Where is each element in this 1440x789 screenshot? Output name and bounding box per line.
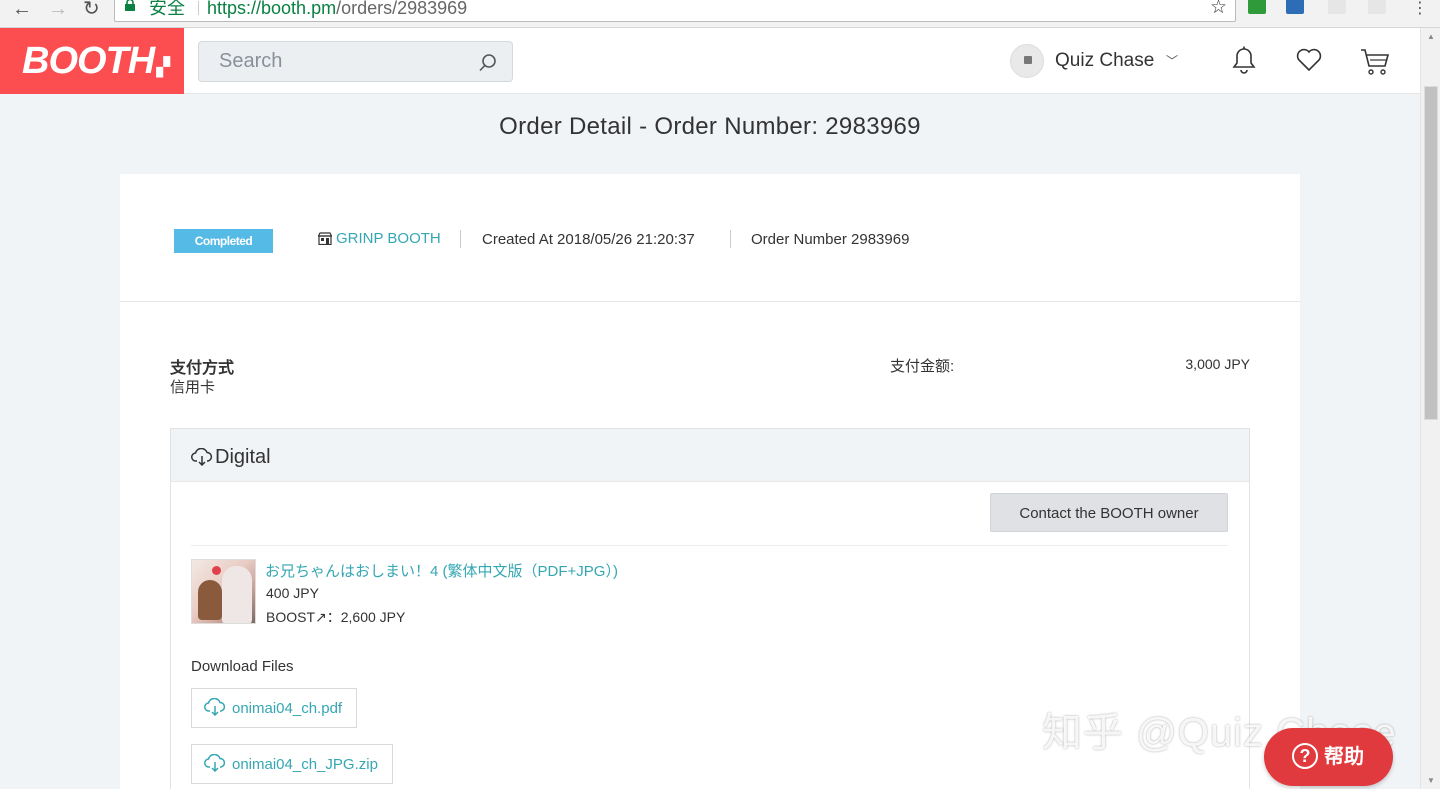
thumbnail-badge <box>212 566 221 575</box>
url-text: https://booth.pm/orders/2983969 <box>207 0 467 21</box>
username[interactable]: Quiz Chase <box>1055 50 1154 72</box>
scroll-down-icon[interactable]: ▼ <box>1427 776 1435 785</box>
browser-toolbar: ← → ↻ 安全 https://booth.pm/orders/2983969… <box>0 0 1440 28</box>
heart-icon[interactable] <box>1296 48 1322 72</box>
order-card: Completed GRINP BOOTH Created At 2018/05… <box>120 174 1300 789</box>
extension-grey-icon-2[interactable] <box>1368 0 1386 14</box>
shop-link[interactable]: GRINP BOOTH <box>318 230 441 247</box>
product-thumbnail[interactable] <box>191 559 256 624</box>
meta-separator <box>730 230 731 248</box>
cat-logo-icon: ▞ <box>156 57 170 77</box>
payment-method-label: 支付方式 <box>170 360 235 377</box>
order-meta: Completed GRINP BOOTH Created At 2018/05… <box>120 174 1300 302</box>
question-icon: ? <box>1292 743 1318 769</box>
avatar[interactable] <box>1010 44 1044 78</box>
created-at: Created At 2018/05/26 21:20:37 <box>482 231 695 248</box>
digital-heading: Digital <box>171 429 1249 482</box>
page-title: Order Detail - Order Number: 2983969 <box>499 113 921 140</box>
address-bar[interactable]: 安全 https://booth.pm/orders/2983969 ☆ <box>114 0 1236 22</box>
cloud-download-icon <box>204 753 226 773</box>
shop-name[interactable]: GRINP BOOTH <box>336 230 441 247</box>
help-label[interactable]: 帮助 <box>1324 746 1364 768</box>
lock-icon <box>125 0 135 11</box>
extension-blue-icon[interactable] <box>1286 0 1304 14</box>
payment-amount-label: 支付金额: <box>890 358 955 375</box>
booth-logo[interactable]: BOOTH ▞ <box>0 28 184 94</box>
reload-icon[interactable]: ↻ <box>83 0 100 19</box>
search-input[interactable]: Search <box>198 41 513 82</box>
help-button[interactable]: ? 帮助 <box>1264 728 1393 786</box>
browser-menu-icon[interactable]: ⋮ <box>1412 0 1428 18</box>
scrollbar-thumb[interactable] <box>1424 86 1438 420</box>
cloud-download-icon <box>204 697 226 717</box>
order-number: Order Number 2983969 <box>751 231 910 248</box>
cloud-download-icon <box>191 447 213 467</box>
download-file-name[interactable]: onimai04_ch.pdf <box>232 700 342 717</box>
back-icon[interactable]: ← <box>12 0 32 19</box>
digital-heading-text: Digital <box>215 446 271 468</box>
download-files-title: Download Files <box>191 658 294 675</box>
forward-icon[interactable]: → <box>48 0 68 19</box>
scroll-up-icon[interactable]: ▲ <box>1427 32 1435 41</box>
bell-icon[interactable] <box>1232 46 1256 76</box>
page-scrollbar[interactable]: ▲ ▼ <box>1420 28 1440 789</box>
secure-label: 安全 <box>149 0 185 18</box>
extension-green-icon[interactable] <box>1248 0 1266 14</box>
status-badge: Completed <box>174 229 273 253</box>
product-price: 400 JPY <box>266 585 319 601</box>
site-header: BOOTH ▞ Search Quiz Chase ﹀ <box>0 28 1420 94</box>
thumbnail-figure <box>222 566 252 623</box>
contact-owner-button[interactable]: Contact the BOOTH owner <box>990 493 1228 532</box>
address-separator <box>198 1 199 15</box>
search-icon[interactable] <box>478 53 498 73</box>
product-boost: BOOST↗：2,600 JPY <box>266 609 406 625</box>
meta-separator <box>460 230 461 248</box>
download-file-name[interactable]: onimai04_ch_JPG.zip <box>232 756 378 773</box>
download-file-button[interactable]: onimai04_ch.pdf <box>191 688 358 728</box>
bookmark-star-icon[interactable]: ☆ <box>1210 0 1227 21</box>
thumbnail-figure <box>198 580 222 620</box>
url-path: /orders/2983969 <box>336 0 468 18</box>
section-divider <box>191 545 1228 546</box>
url-host: https://booth.pm <box>207 0 337 18</box>
search-placeholder: Search <box>219 50 283 72</box>
chevron-down-icon[interactable]: ﹀ <box>1166 52 1178 69</box>
logo-text: BOOTH <box>22 40 155 82</box>
payment-method-value: 信用卡 <box>170 379 216 396</box>
extension-grey-icon[interactable] <box>1328 0 1346 14</box>
shop-icon <box>318 232 332 245</box>
product-name-link[interactable]: お兄ちゃんはおしまい！4 (繁体中文版（PDF+JPG）) <box>265 560 618 581</box>
download-file-button[interactable]: onimai04_ch_JPG.zip <box>191 744 393 784</box>
payment-amount-value: 3,000 JPY <box>1185 356 1250 372</box>
cart-icon[interactable] <box>1360 48 1390 76</box>
